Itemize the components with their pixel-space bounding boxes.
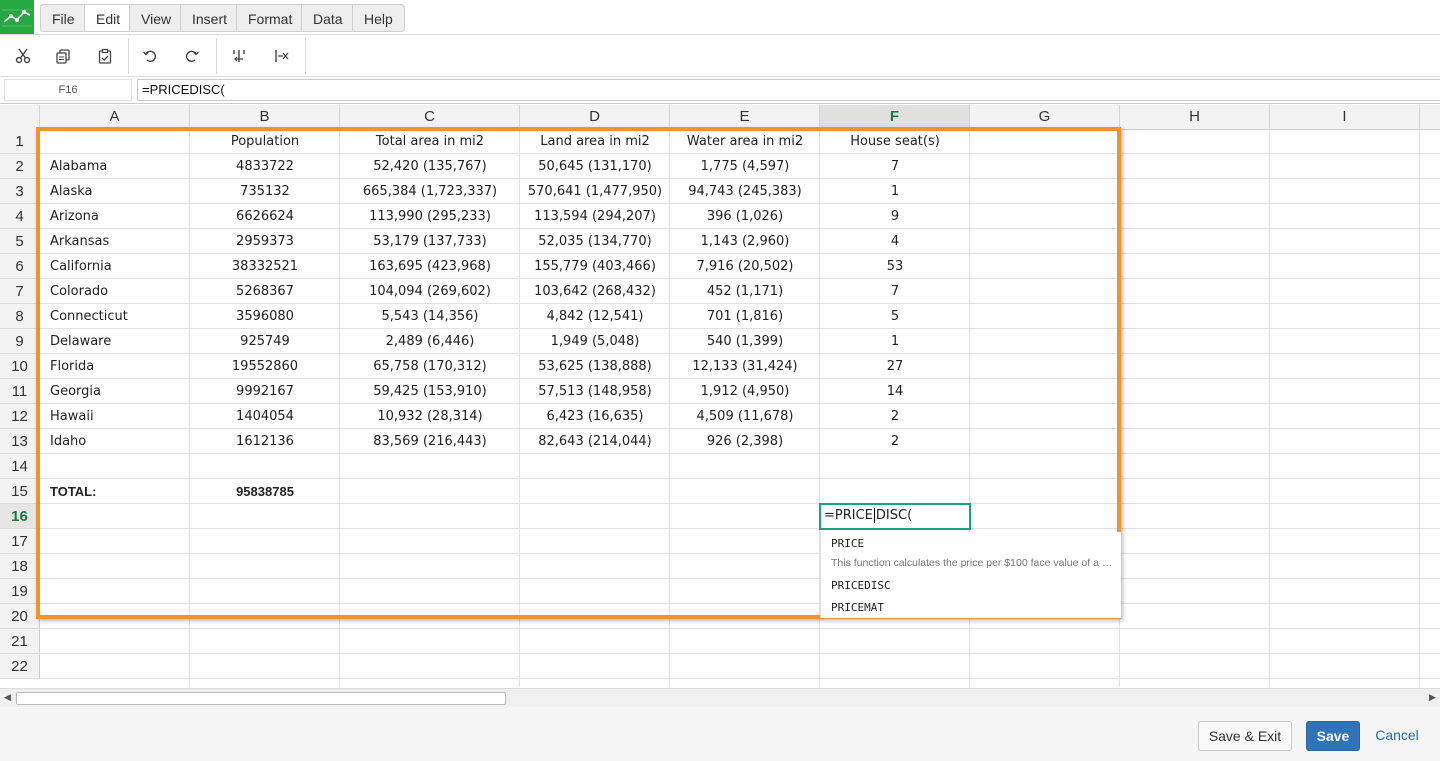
horizontal-scrollbar[interactable]: ◀ ▶ — [0, 688, 1440, 708]
row-header-21[interactable]: 21 — [0, 629, 40, 654]
column-header-d[interactable]: D — [520, 105, 670, 129]
autocomplete-item-price[interactable]: PRICE — [831, 537, 864, 550]
row-header-18[interactable]: 18 — [0, 554, 40, 579]
autocomplete-description: This function calculates the price per $… — [831, 557, 1116, 569]
column-header-c[interactable]: C — [340, 105, 520, 129]
column-header-a[interactable]: A — [40, 105, 190, 129]
row-header-6[interactable]: 6 — [0, 254, 40, 279]
undo-icon[interactable] — [135, 41, 165, 71]
menu-file[interactable]: File — [40, 4, 86, 32]
row-header-11[interactable]: 11 — [0, 379, 40, 404]
row-header-1[interactable]: 1 — [0, 129, 40, 154]
column-header-i[interactable]: I — [1270, 105, 1420, 129]
menu-data[interactable]: Data — [301, 4, 354, 32]
menu-insert[interactable]: Insert — [180, 4, 239, 32]
autocomplete-item-pricedisc[interactable]: PRICEDISC — [831, 579, 891, 592]
scroll-right-icon[interactable]: ▶ — [1429, 693, 1436, 703]
menu-view[interactable]: View — [129, 4, 183, 32]
select-all-corner[interactable] — [0, 105, 40, 129]
row-header-20[interactable]: 20 — [0, 604, 40, 629]
redo-icon[interactable] — [177, 41, 207, 71]
column-header-e[interactable]: E — [670, 105, 820, 129]
toolbar-separator — [305, 38, 306, 74]
row-header-16[interactable]: 16 — [0, 504, 40, 529]
column-header-b[interactable]: B — [190, 105, 340, 129]
column-gridline — [1269, 129, 1270, 687]
toolbar-separator — [128, 38, 129, 74]
row-header-4[interactable]: 4 — [0, 204, 40, 229]
scroll-left-icon[interactable]: ◀ — [4, 693, 11, 703]
row-gridline — [40, 653, 1440, 654]
column-header-f[interactable]: F — [820, 105, 970, 129]
column-header-g[interactable]: G — [970, 105, 1120, 129]
row-header-14[interactable]: 14 — [0, 454, 40, 479]
row-header-3[interactable]: 3 — [0, 179, 40, 204]
spreadsheet-grid[interactable]: A B C D E F G H I 1 2 3 4 5 6 7 8 9 10 11 12 13 14 15 1… — [0, 105, 1440, 687]
cell-editor[interactable]: =PRICE DISC( — [819, 503, 971, 530]
copy-icon[interactable] — [48, 41, 78, 71]
row-header-5[interactable]: 5 — [0, 229, 40, 254]
row-header-8[interactable]: 8 — [0, 304, 40, 329]
insert-column-icon[interactable] — [224, 41, 254, 71]
row-gridline — [40, 678, 1440, 679]
editor-text-before-caret: =PRICE — [824, 508, 873, 523]
cell-name-box[interactable]: F16 — [4, 79, 132, 101]
row-header-17[interactable]: 17 — [0, 529, 40, 554]
menu-bar: File Edit View Insert Format Data Help — [0, 0, 1440, 35]
footer: Save & Exit Save Cancel — [0, 707, 1440, 761]
toolbar — [0, 35, 1440, 77]
save-and-exit-button[interactable]: Save & Exit — [1198, 721, 1292, 751]
row-header-10[interactable]: 10 — [0, 354, 40, 379]
scrollbar-thumb[interactable] — [16, 692, 506, 705]
row-header-7[interactable]: 7 — [0, 279, 40, 304]
menu-format[interactable]: Format — [236, 4, 304, 32]
row-header-2[interactable]: 2 — [0, 154, 40, 179]
row-header-15[interactable]: 15 — [0, 479, 40, 504]
save-button[interactable]: Save — [1306, 721, 1360, 751]
column-header-h[interactable]: H — [1120, 105, 1270, 129]
delete-column-icon[interactable] — [266, 41, 296, 71]
autocomplete-item-pricemat[interactable]: PRICEMAT — [831, 601, 884, 614]
row-header-9[interactable]: 9 — [0, 329, 40, 354]
row-gridline — [40, 628, 1440, 629]
row-header-22[interactable]: 22 — [0, 654, 40, 679]
row-header-19[interactable]: 19 — [0, 579, 40, 604]
toolbar-separator — [216, 38, 217, 74]
function-autocomplete: PRICE This function calculates the price… — [820, 532, 1121, 618]
editor-text-after-caret: DISC( — [875, 508, 913, 523]
paste-icon[interactable] — [90, 41, 120, 71]
formula-input[interactable]: =PRICEDISC( — [137, 79, 1440, 101]
menu-help[interactable]: Help — [352, 4, 405, 32]
row-header-12[interactable]: 12 — [0, 404, 40, 429]
cancel-button[interactable]: Cancel — [1368, 721, 1426, 751]
cut-icon[interactable] — [8, 41, 38, 71]
column-gridline — [1419, 129, 1420, 687]
menu-edit[interactable]: Edit — [84, 4, 132, 32]
app-logo-icon — [0, 0, 34, 34]
text-caret — [873, 508, 875, 523]
row-header-13[interactable]: 13 — [0, 429, 40, 454]
